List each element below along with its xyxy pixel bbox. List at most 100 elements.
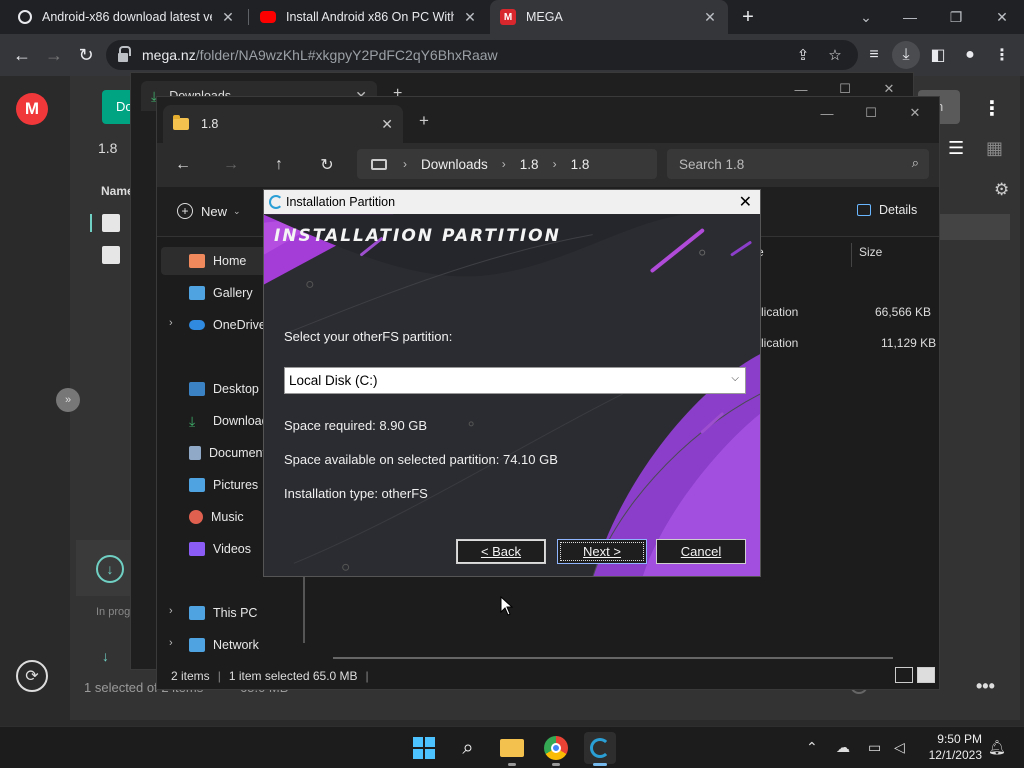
more-options-icon[interactable]: •••	[976, 676, 995, 697]
breadcrumb-item[interactable]: Downloads	[421, 157, 488, 172]
close-window-icon[interactable]: ✕	[978, 0, 1024, 34]
settings-gear-icon[interactable]: ⚙	[994, 180, 1009, 200]
search-taskbar-icon[interactable]: ⌕	[452, 732, 484, 764]
explorer-navbar: ← → ↑ ↻ › Downloads › 1.8 › 1.8 Search 1…	[157, 143, 939, 187]
back-arrow-icon[interactable]: ←	[8, 41, 36, 69]
details-pane-button[interactable]: Details	[857, 203, 917, 217]
tab-search-icon[interactable]: ⌄	[842, 0, 890, 34]
onedrive-icon	[189, 320, 205, 330]
network-tray-icon[interactable]: ▭	[868, 739, 881, 756]
browser-tab-mega[interactable]: M MEGA ✕	[490, 0, 728, 34]
partition-dropdown[interactable]: Local Disk (C:) ⌵	[284, 367, 746, 394]
this-pc-icon	[189, 606, 205, 620]
back-button[interactable]: < Back	[456, 539, 546, 564]
forward-arrow-icon[interactable]: →	[219, 153, 243, 177]
status-selection: 1 item selected 65.0 MB	[228, 669, 358, 683]
sidebar-item-network[interactable]: Network	[161, 631, 307, 659]
back-arrow-icon[interactable]: ←	[171, 153, 195, 177]
new-tab-button[interactable]: +	[419, 111, 429, 131]
search-input[interactable]: Search 1.8 ⌕	[667, 149, 929, 179]
minimize-icon[interactable]: —	[886, 0, 934, 34]
show-hidden-icons-icon[interactable]: ⌃	[806, 739, 818, 756]
side-panel-icon[interactable]: ◧	[924, 41, 952, 69]
notifications-bell-icon[interactable]: 🔔︎	[988, 739, 1006, 756]
bookmark-star-icon[interactable]: ☆	[820, 40, 850, 70]
transfer-panel[interactable]: ↓	[76, 540, 130, 596]
download-progress-icon: ↓	[96, 555, 124, 583]
up-arrow-icon[interactable]: ↑	[267, 153, 291, 177]
browser-tab-android-download[interactable]: Android-x86 download latest ver ✕	[8, 0, 246, 34]
youtube-favicon-icon	[260, 11, 276, 23]
installation-type-text: Installation type: otherFS	[284, 486, 428, 501]
pane-splitter[interactable]	[303, 577, 305, 643]
mega-favicon-icon: M	[500, 9, 516, 25]
share-icon[interactable]: ⇪	[788, 40, 818, 70]
in-progress-label: In prog	[96, 606, 131, 618]
space-required-text: Space required: 8.90 GB	[284, 418, 428, 433]
file-size-cell: 11,129 KB	[881, 336, 937, 350]
mega-name-column-header[interactable]: Name	[101, 184, 134, 198]
restore-icon[interactable]: ❐	[932, 0, 980, 34]
chrome-menu-icon[interactable]: ⋮	[988, 41, 1016, 69]
url-path: /folder/NA9wzKhL#xkgpyY2PdFC2qY6BhxRaaw	[195, 47, 498, 63]
start-button[interactable]	[408, 732, 440, 764]
details-view-icon[interactable]	[895, 667, 913, 683]
volume-muted-icon[interactable]: ◁	[894, 739, 905, 756]
windows-taskbar: ⌕ ⌃ ☁ ▭ ◁ 9:50 PM 12/1/2023 🔔︎	[0, 726, 1024, 768]
next-button[interactable]: Next >	[557, 539, 647, 564]
file-icon	[102, 246, 120, 264]
close-dialog-icon[interactable]: ✕	[739, 192, 752, 212]
close-tab-icon[interactable]: ✕	[702, 9, 718, 26]
breadcrumb-item[interactable]: 1.8	[520, 157, 539, 172]
mega-sync-icon[interactable]: ⟳	[16, 660, 48, 692]
chevron-right-icon: ›	[501, 157, 506, 171]
mega-logo[interactable]: M	[16, 93, 48, 125]
tiles-view-icon[interactable]	[917, 667, 935, 683]
horizontal-scrollbar[interactable]	[333, 657, 893, 659]
refresh-icon[interactable]: ↻	[315, 153, 339, 177]
explorer-tab-1-8[interactable]: 1.8 ✕	[163, 105, 403, 143]
new-button[interactable]: + New ⌄	[177, 203, 241, 219]
profile-icon[interactable]: ●	[956, 41, 984, 69]
breadcrumb[interactable]: › Downloads › 1.8 › 1.8	[357, 149, 657, 179]
search-placeholder: Search 1.8	[679, 156, 745, 172]
dialog-title: Installation Partition	[286, 195, 396, 209]
grid-view-icon[interactable]: ▦	[986, 138, 1003, 159]
forward-arrow-icon[interactable]: →	[40, 41, 68, 69]
cloud-offline-icon[interactable]: ☁	[836, 739, 850, 756]
search-icon: ⌕	[911, 155, 919, 170]
column-divider	[851, 243, 852, 267]
details-label: Details	[879, 203, 918, 217]
file-explorer-taskbar-icon[interactable]	[496, 732, 528, 766]
tab-title: MEGA	[526, 10, 563, 24]
tab-separator	[248, 9, 249, 25]
chrome-taskbar-icon[interactable]	[540, 732, 572, 766]
maximize-icon[interactable]: ☐	[849, 101, 893, 125]
new-tab-button[interactable]: +	[734, 0, 762, 34]
reading-list-icon[interactable]: ≡	[860, 41, 888, 69]
desktop-icon	[189, 382, 205, 396]
size-column-header[interactable]: Size	[859, 245, 882, 259]
sidebar-item-this-pc[interactable]: This PC	[161, 599, 307, 627]
dialog-background-art	[264, 214, 760, 576]
reload-icon[interactable]: ↻	[72, 41, 100, 69]
close-window-icon[interactable]: ✕	[893, 101, 937, 125]
close-tab-icon[interactable]: ✕	[220, 9, 236, 26]
mega-more-icon[interactable]: ⋮	[980, 96, 1004, 121]
close-tab-icon[interactable]: ✕	[381, 116, 393, 133]
downloads-icon[interactable]: ⤓	[892, 41, 920, 69]
minimize-icon[interactable]: —	[805, 101, 849, 125]
address-bar[interactable]: mega.nz/folder/NA9wzKhL#xkgpyY2PdFC2qY6B…	[106, 40, 858, 70]
list-view-icon[interactable]: ☰	[948, 138, 964, 159]
browser-tab-install-android[interactable]: Install Android x86 On PC Withou ✕	[250, 0, 488, 34]
dialog-titlebar: Installation Partition ✕	[264, 190, 760, 214]
installer-taskbar-icon[interactable]	[584, 732, 616, 766]
close-tab-icon[interactable]: ✕	[462, 9, 478, 26]
selection-indicator	[90, 214, 92, 232]
gallery-icon	[189, 286, 205, 300]
cancel-button[interactable]: Cancel	[656, 539, 746, 564]
system-clock[interactable]: 9:50 PM 12/1/2023	[920, 731, 982, 763]
folder-icon	[500, 739, 524, 757]
breadcrumb-item[interactable]: 1.8	[571, 157, 590, 172]
scroll-handle-icon[interactable]: »	[56, 388, 80, 412]
